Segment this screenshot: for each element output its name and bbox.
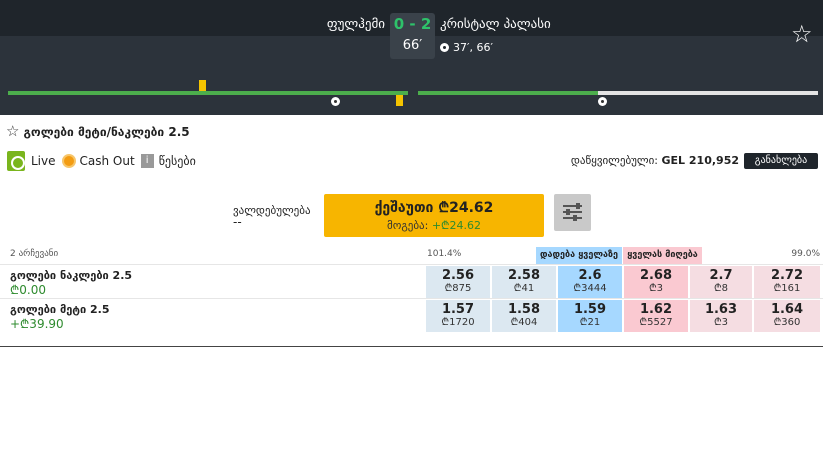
odds: 1.64	[770, 302, 804, 317]
lay-price-cell[interactable]: 2.72 ₾161	[754, 266, 820, 298]
slider-knob	[576, 203, 580, 209]
timeline-first-half	[8, 91, 408, 95]
live-stopwatch-icon	[7, 151, 25, 171]
lay-price-cell[interactable]: 2.7 ₾8	[690, 266, 752, 298]
available-stake: ₾3444	[573, 283, 607, 294]
refresh-button[interactable]: განახლება	[744, 153, 818, 169]
lay-price-cell[interactable]: 1.63 ₾3	[690, 300, 752, 332]
best-back-price-cell[interactable]: 1.59 ₾21	[558, 300, 622, 332]
available-stake: ₾404	[510, 317, 538, 328]
event-header: ფულჰემი 0 - 2 66′ კრისტალ პალასი 37′, 66…	[0, 0, 823, 70]
available-stake: ₾5527	[639, 317, 673, 328]
goal-times-text: 37′, 66′	[453, 41, 493, 54]
profit-value: +₾24.62	[431, 219, 482, 232]
odds: 1.63	[704, 302, 738, 317]
slider-knob	[566, 209, 570, 215]
available-stake: ₾3	[713, 317, 729, 328]
market-bottom-border	[0, 346, 823, 347]
odds: 2.56	[441, 268, 475, 283]
cash-out-label: Cash Out	[79, 154, 135, 168]
score-box: 0 - 2 66′	[390, 13, 435, 59]
favourite-star-icon[interactable]: ☆	[791, 22, 813, 46]
odds: 2.68	[639, 268, 673, 283]
match-score: 0 - 2	[393, 15, 432, 33]
lay-price-cell[interactable]: 1.64 ₾360	[754, 300, 820, 332]
slider-knob	[573, 215, 577, 221]
lay-overround: 99.0%	[791, 249, 820, 259]
runner-profit-loss: +₾39.90	[10, 317, 64, 331]
runner-row: გოლები მეტი 2.5 +₾39.90 1.57 ₾1720 1.58 ₾4…	[0, 298, 823, 332]
available-stake: ₾360	[773, 317, 801, 328]
cash-out-profit: მოგება: +₾24.62	[324, 218, 544, 233]
back-price-cell[interactable]: 2.58 ₾41	[492, 266, 556, 298]
odds: 2.58	[507, 268, 541, 283]
goal-marker-icon	[331, 97, 340, 106]
available-stake: ₾875	[444, 283, 472, 294]
profit-label: მოგება:	[386, 219, 429, 232]
home-team-name[interactable]: ფულჰემი	[327, 17, 385, 32]
rules-link[interactable]: წესები	[159, 154, 196, 168]
cash-out-button[interactable]: ქეშაუთი ₾24.62 მოგება: +₾24.62	[324, 194, 544, 237]
available-stake: ₾8	[713, 283, 729, 294]
back-price-cell[interactable]: 2.56 ₾875	[426, 266, 490, 298]
back-overround: 101.4%	[427, 249, 462, 259]
selections-count: 2 არჩევანი	[10, 249, 59, 259]
matched-amount: დაწყვილებული: GEL 210,952	[571, 154, 739, 167]
odds: 1.62	[639, 302, 673, 317]
cash-out-button-label: ქეშაუთი ₾24.62	[374, 200, 494, 216]
best-lay-price-cell[interactable]: 2.68 ₾3	[624, 266, 688, 298]
live-label: Live	[31, 154, 56, 168]
football-icon	[440, 43, 449, 52]
runner-row: გოლები ნაკლები 2.5 ₾0.00 2.56 ₾875 2.58 ₾4…	[0, 264, 823, 298]
timeline-second-half-progress	[418, 91, 598, 95]
available-stake: ₾21	[579, 317, 601, 328]
back-price-cell[interactable]: 1.58 ₾404	[492, 300, 556, 332]
runner-profit-loss: ₾0.00	[10, 283, 46, 297]
back-all-button[interactable]: დადება ყველაზე	[536, 247, 622, 264]
odds: 1.58	[507, 302, 541, 317]
matched-label: დაწყვილებული:	[570, 154, 659, 167]
market-title: ☆ გოლები მეტი/ნაკლები 2.5	[6, 122, 190, 140]
match-minute: 66′	[402, 38, 423, 53]
liabilities-block: ვალდებულება --	[233, 204, 311, 229]
available-stake: ₾3	[648, 283, 664, 294]
odds: 2.6	[578, 268, 602, 283]
yellow-card-icon	[396, 95, 403, 106]
info-icon[interactable]: i	[140, 154, 154, 168]
market-badges: Live Cash Out i წესები	[7, 151, 196, 171]
market-title-text: გოლები მეტი/ნაკლები 2.5	[23, 125, 190, 139]
market-star-icon[interactable]: ☆	[6, 122, 19, 140]
lay-all-button[interactable]: ყველას მიღება	[623, 247, 702, 264]
cash-out-icon	[61, 154, 76, 168]
liabilities-label: ვალდებულება	[233, 204, 311, 217]
available-stake: ₾41	[513, 283, 535, 294]
yellow-card-icon	[199, 80, 206, 91]
best-lay-price-cell[interactable]: 1.62 ₾5527	[624, 300, 688, 332]
odds: 2.72	[770, 268, 804, 283]
available-stake: ₾161	[773, 283, 801, 294]
goal-times: 37′, 66′	[440, 41, 493, 54]
back-price-cell[interactable]: 1.57 ₾1720	[426, 300, 490, 332]
available-stake: ₾1720	[441, 317, 475, 328]
liabilities-value: --	[233, 215, 242, 229]
odds: 1.59	[573, 302, 607, 317]
away-team-name[interactable]: კრისტალ პალასი	[440, 17, 551, 32]
timeline-second-half	[418, 91, 818, 95]
odds: 2.7	[709, 268, 733, 283]
cash-out-settings-button[interactable]	[554, 194, 591, 231]
matched-value: GEL 210,952	[661, 154, 739, 167]
goal-marker-icon	[598, 97, 607, 106]
match-timeline	[0, 70, 823, 115]
best-back-price-cell[interactable]: 2.6 ₾3444	[558, 266, 622, 298]
odds: 1.57	[441, 302, 475, 317]
